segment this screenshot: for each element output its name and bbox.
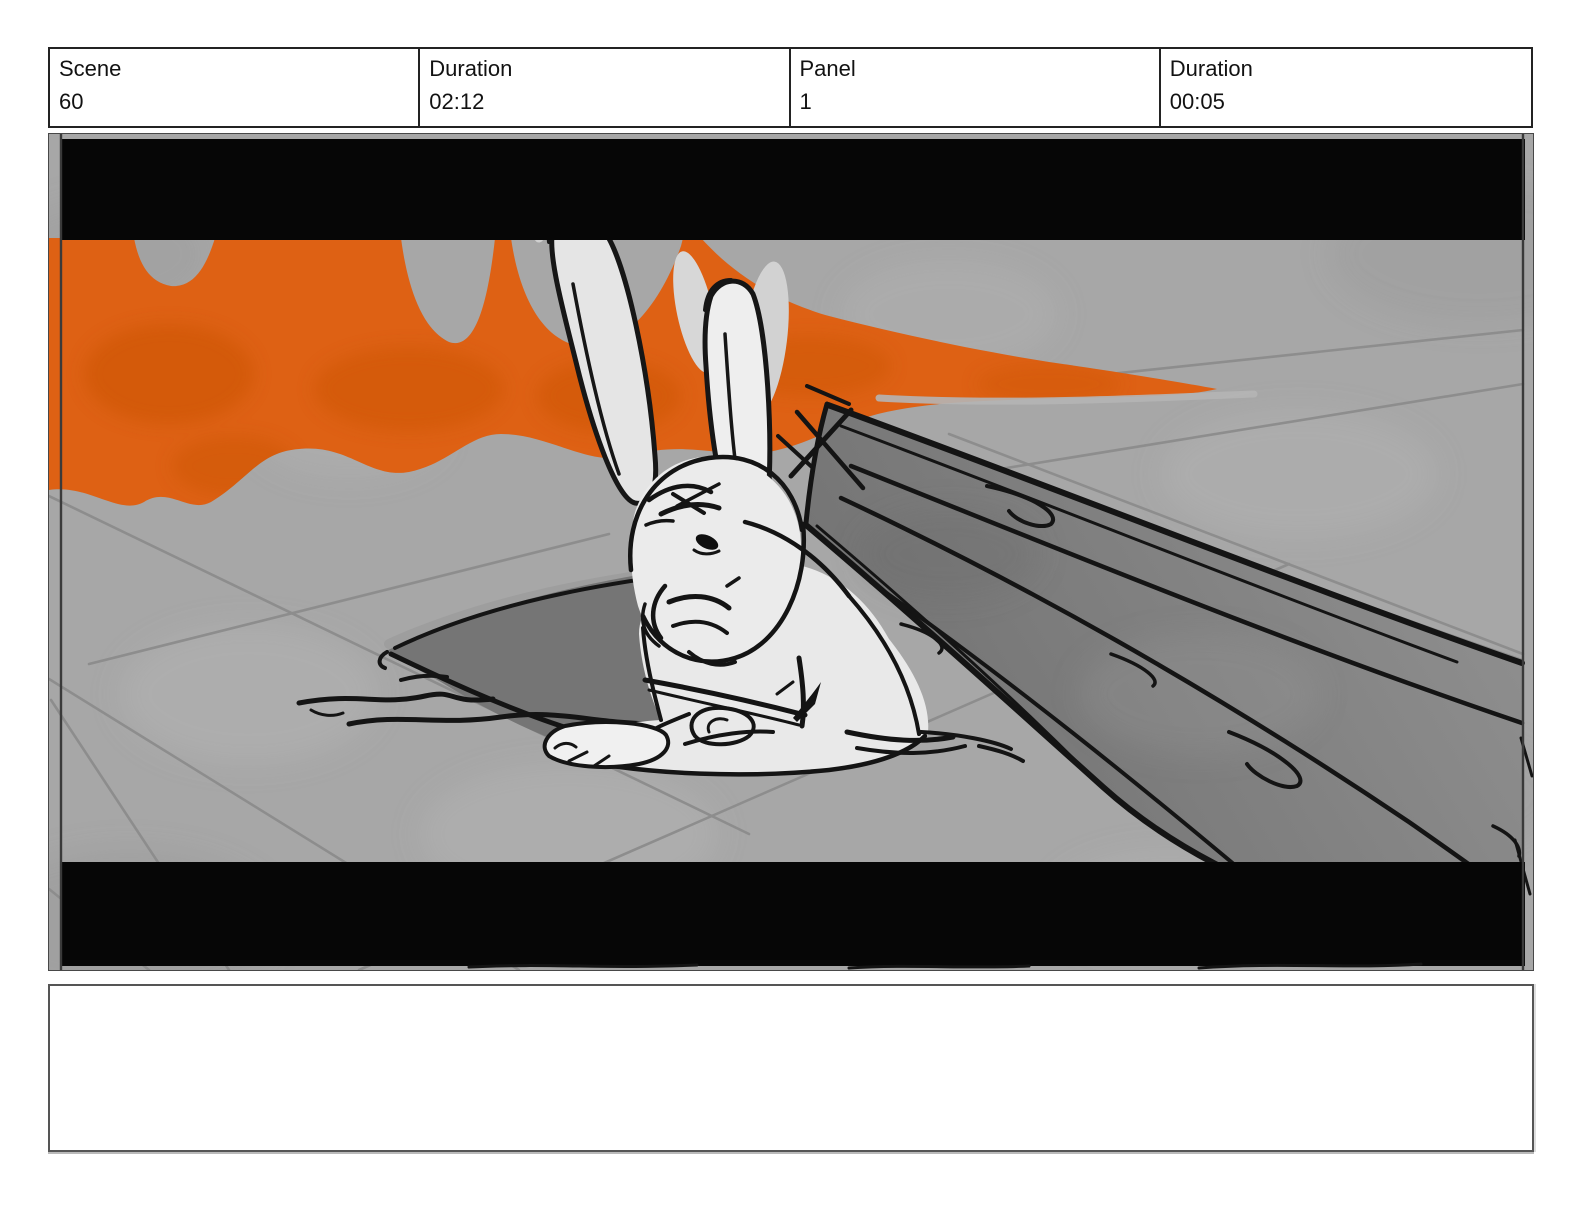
notes-box [48, 984, 1534, 1152]
scene-label: Scene [59, 56, 122, 81]
scene-value: 60 [59, 89, 84, 114]
storyboard-image [49, 134, 1533, 970]
panel-value: 1 [799, 89, 812, 114]
panel-label: Panel [799, 56, 856, 81]
letterbox-bottom-bar [60, 862, 1525, 966]
info-cell-scene-duration: Duration 02:12 [420, 49, 791, 126]
panel-duration-value: 00:05 [1169, 89, 1225, 114]
scene-duration-value: 02:12 [429, 89, 485, 114]
shot-info-table: Scene 60 Duration 02:12 Panel 1 Duration… [48, 47, 1533, 128]
panel-duration-label: Duration [1169, 56, 1253, 81]
letterbox-top-bar [60, 139, 1525, 240]
info-cell-scene: Scene 60 [50, 49, 421, 126]
storyboard-panel [48, 133, 1534, 971]
storyboard-sheet: Scene 60 Duration 02:12 Panel 1 Duration… [0, 0, 1584, 1224]
info-cell-panel: Panel 1 [791, 49, 1161, 126]
scene-duration-label: Duration [429, 56, 513, 81]
info-cell-panel-duration: Duration 00:05 [1161, 49, 1531, 126]
